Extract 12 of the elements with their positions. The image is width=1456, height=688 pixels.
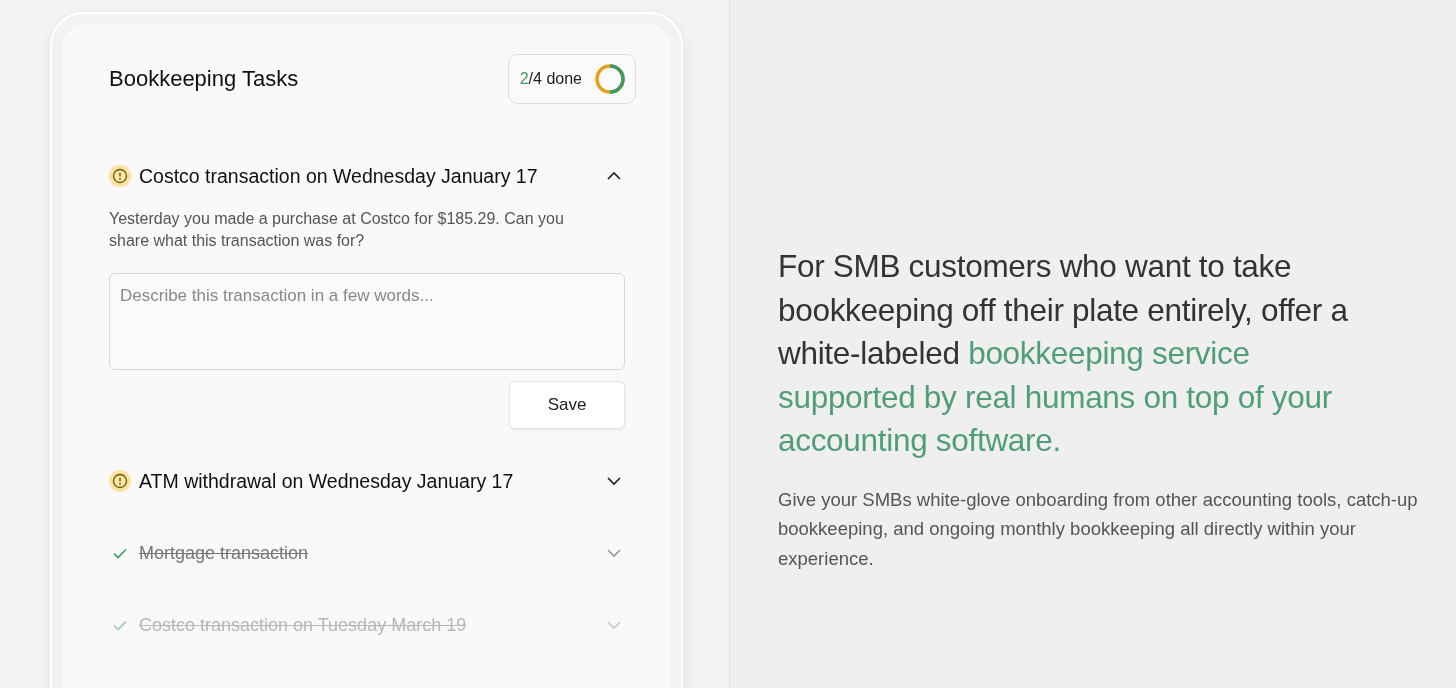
task-title[interactable]: ATM withdrawal on Wednesday January 17 bbox=[139, 469, 597, 493]
card-title: Bookkeeping Tasks bbox=[109, 66, 299, 92]
save-button[interactable]: Save bbox=[509, 381, 625, 429]
task-description: Yesterday you made a purchase at Costco for $185.29. Can you share what this transaction was for? bbox=[109, 209, 565, 251]
progress-text: 2/4 done bbox=[519, 70, 582, 88]
task-title[interactable]: Mortgage transaction bbox=[139, 542, 597, 564]
warning-icon bbox=[109, 470, 131, 492]
headline: For SMB customers who want to take bookkeeping off their plate entirely, offer a white-labeled bookkeeping service supported by real humans on top of your accounting software. bbox=[778, 247, 1349, 460]
answer-field[interactable]: Describe this transaction in a few words... bbox=[109, 273, 625, 370]
body-text: Give your SMBs white-glove onboarding from other accounting tools, catch-up bookkeeping, and ongoing monthly bookkeeping all directly within your experience. bbox=[778, 487, 1419, 571]
warning-icon bbox=[109, 165, 131, 187]
task-title[interactable]: Costco transaction on Wednesday January 17 bbox=[139, 164, 597, 188]
